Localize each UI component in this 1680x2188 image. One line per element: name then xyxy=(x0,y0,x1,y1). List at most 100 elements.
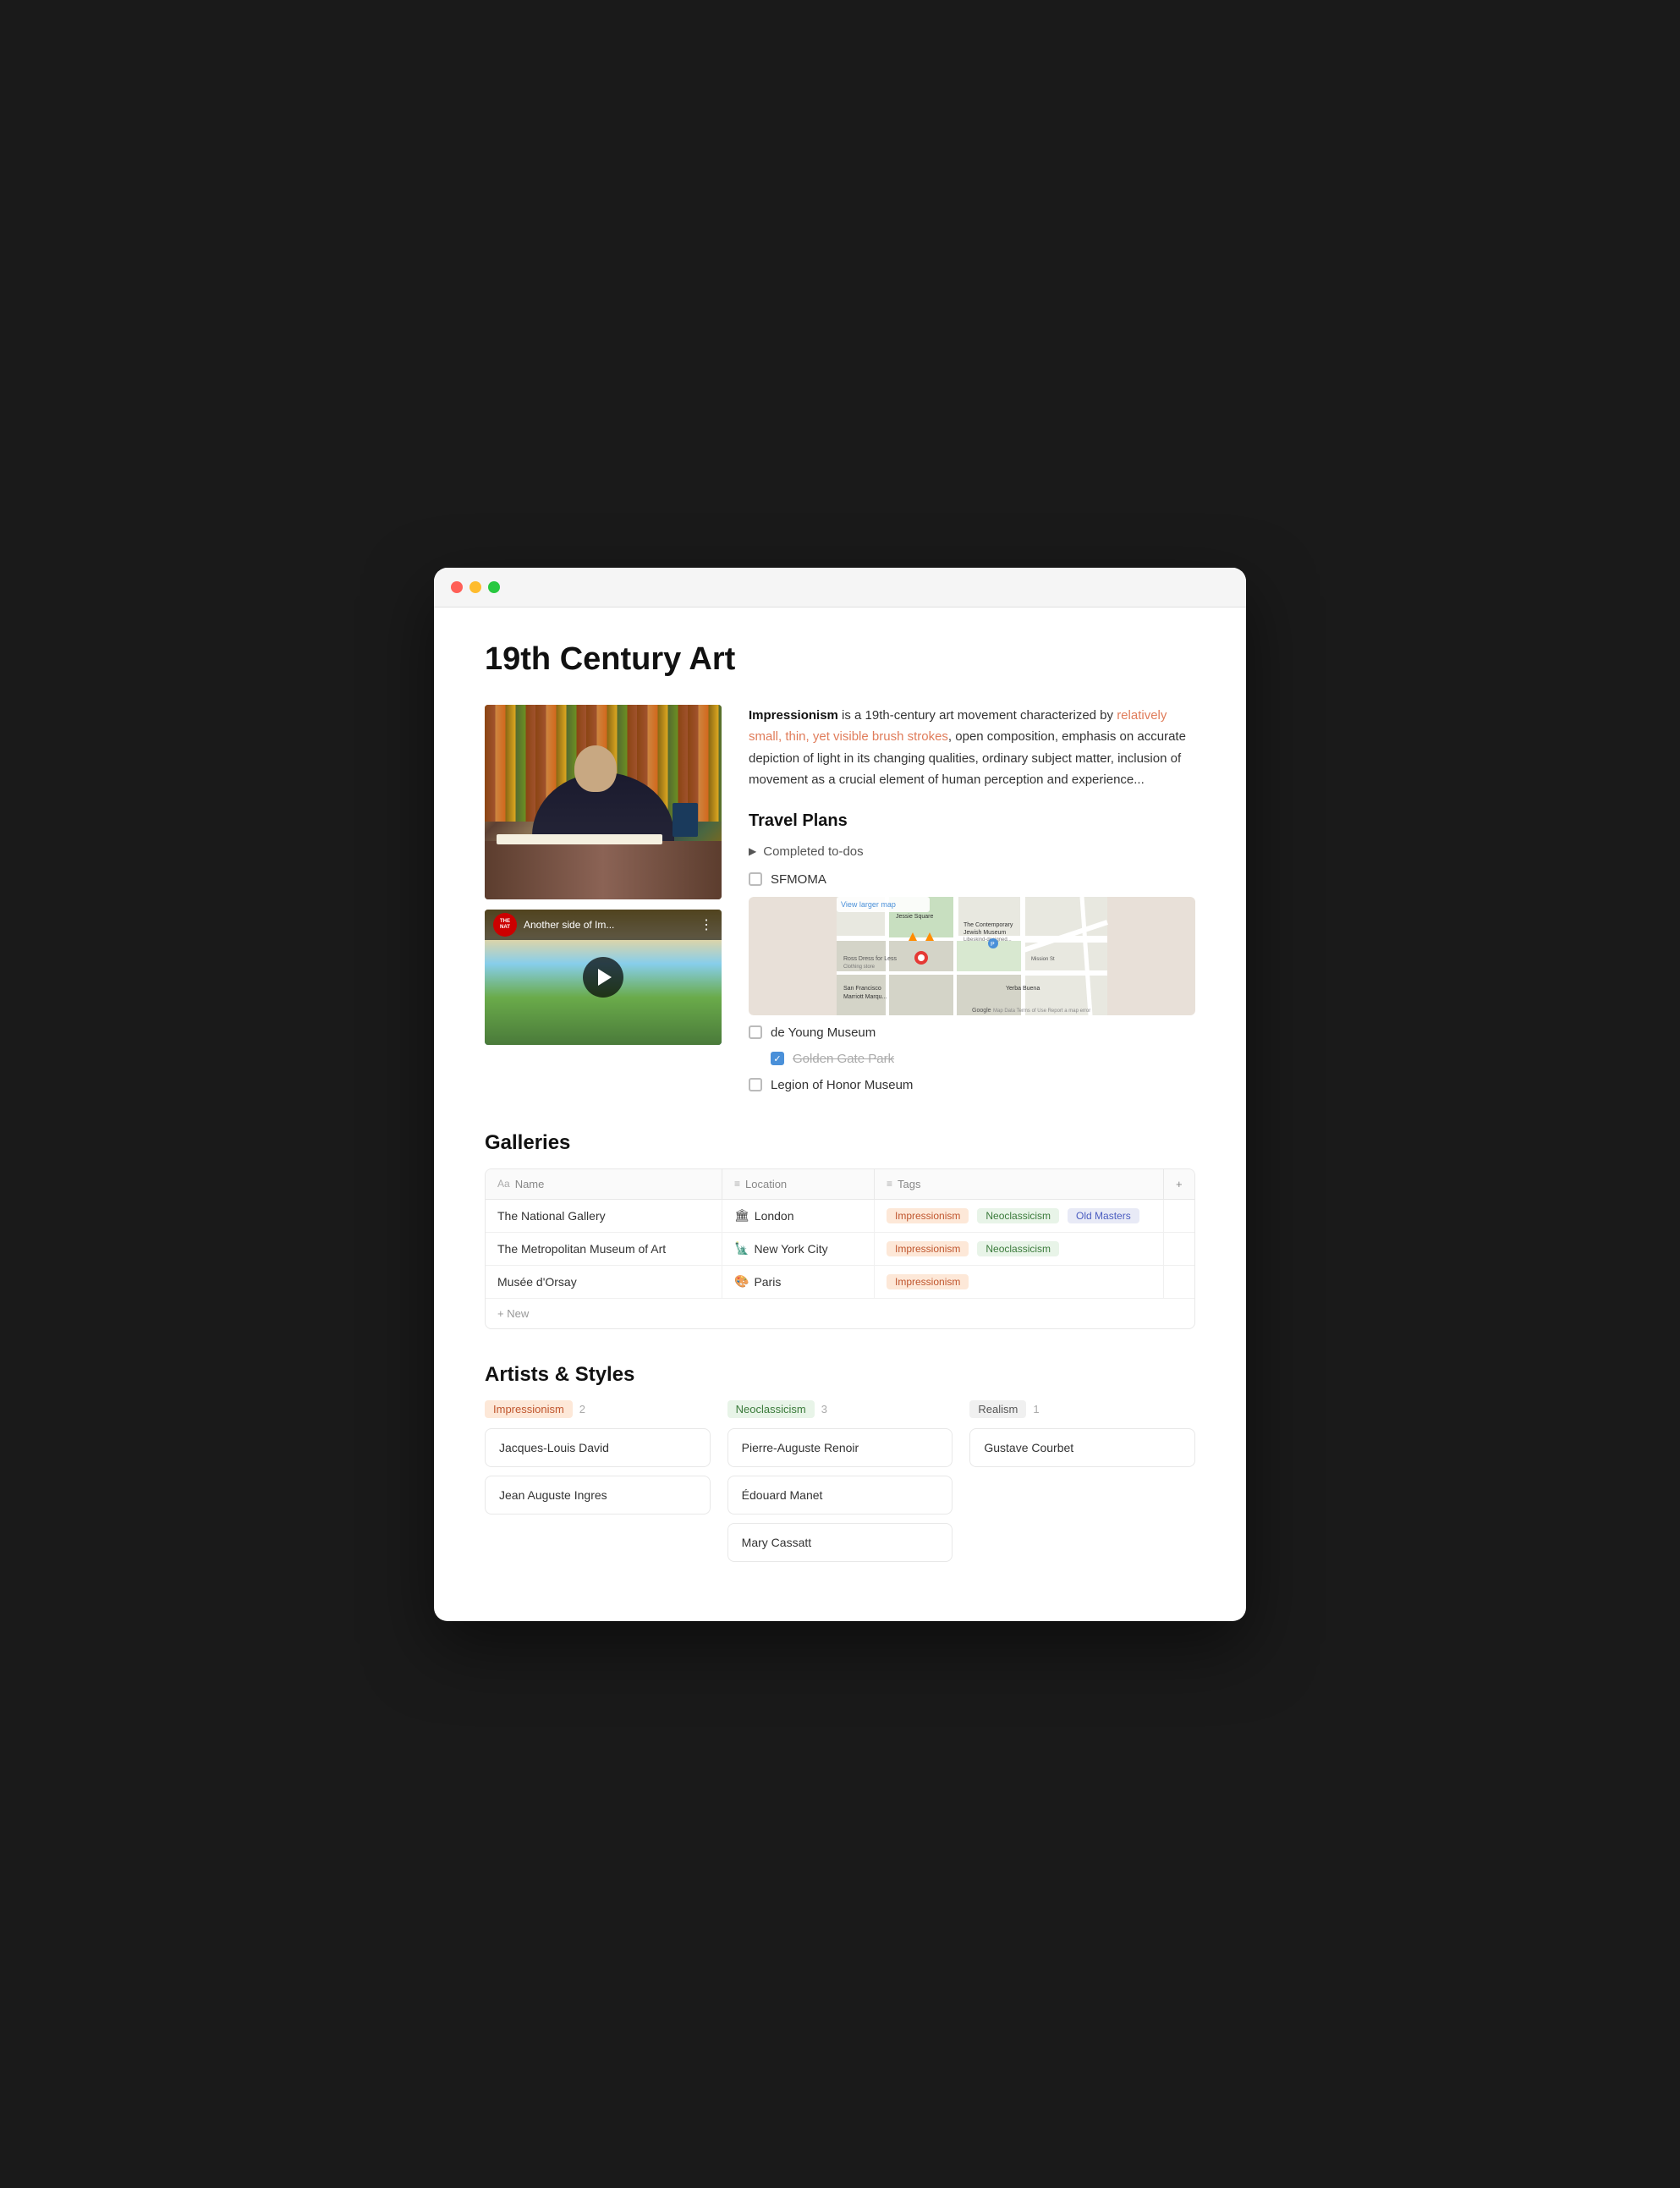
left-column: THENAT Another side of Im... ⋮ xyxy=(485,705,722,1101)
td-location-1[interactable]: 🏛 London xyxy=(722,1200,875,1232)
th-add[interactable]: + xyxy=(1164,1169,1194,1199)
todo-deyoung[interactable]: de Young Museum xyxy=(749,1022,1195,1043)
th-tags-icon: ≡ xyxy=(887,1178,892,1190)
svg-text:Jewish Museum: Jewish Museum xyxy=(964,930,1006,936)
svg-text:Jessie Square: Jessie Square xyxy=(896,914,933,920)
td-tags-1[interactable]: Impressionism Neoclassicism Old Masters xyxy=(875,1200,1164,1232)
th-name-icon: Aa xyxy=(497,1178,510,1190)
location-flag-1: 🏛 xyxy=(734,1208,749,1223)
svg-text:Mission St: Mission St xyxy=(1031,957,1055,962)
top-section: THENAT Another side of Im... ⋮ Impressio… xyxy=(485,705,1195,1101)
description-part1: is a 19th-century art movement character… xyxy=(838,708,1117,723)
td-location-3[interactable]: 🎨 Paris xyxy=(722,1266,875,1298)
map-svg: Ross Dress for Less Clothing store The C… xyxy=(749,897,1195,1015)
svg-text:The Contemporary: The Contemporary xyxy=(964,922,1013,928)
titlebar xyxy=(434,568,1246,607)
add-new-row[interactable]: + New xyxy=(486,1299,1194,1328)
figure-head xyxy=(574,745,617,792)
description-text: Impressionism is a 19th-century art move… xyxy=(749,705,1195,791)
board-card[interactable]: Jean Auguste Ingres xyxy=(485,1476,711,1515)
maximize-dot[interactable] xyxy=(488,581,500,593)
checkbox-golden-gate[interactable] xyxy=(771,1052,784,1065)
board-card[interactable]: Jacques-Louis David xyxy=(485,1428,711,1467)
td-tags-2[interactable]: Impressionism Neoclassicism xyxy=(875,1233,1164,1265)
add-column-icon[interactable]: + xyxy=(1176,1178,1183,1190)
board-tag-neoclassicism[interactable]: Neoclassicism xyxy=(727,1400,815,1418)
location-2: New York City xyxy=(754,1242,827,1256)
map-embed[interactable]: Ross Dress for Less Clothing store The C… xyxy=(749,897,1195,1015)
svg-text:Map Data Terms of Use Report: Map Data Terms of Use Report a map error xyxy=(993,1009,1090,1014)
table-row: The National Gallery 🏛 London Impression… xyxy=(486,1200,1194,1233)
galleries-heading: Galleries xyxy=(485,1131,1195,1155)
video-options-icon[interactable]: ⋮ xyxy=(700,916,713,933)
tag-neoclassicism-2[interactable]: Neoclassicism xyxy=(977,1241,1059,1256)
board-col-neoclassicism: Neoclassicism 3 Pierre-Auguste Renoir Éd… xyxy=(727,1400,953,1570)
td-name-3[interactable]: Musée d'Orsay xyxy=(486,1266,722,1298)
board-tag-impressionism[interactable]: Impressionism xyxy=(485,1400,573,1418)
todo-golden-gate[interactable]: Golden Gate Park xyxy=(749,1048,1195,1069)
checkbox-legion[interactable] xyxy=(749,1078,762,1091)
play-button[interactable] xyxy=(583,957,623,998)
gallery-name-2: The Metropolitan Museum of Art xyxy=(497,1242,666,1256)
location-flag-2: 🗽 xyxy=(734,1241,749,1256)
board-col-header-neoclassicism: Neoclassicism 3 xyxy=(727,1400,953,1418)
minimize-dot[interactable] xyxy=(469,581,481,593)
video-title: Another side of Im... xyxy=(524,919,693,931)
toggle-label: Completed to-dos xyxy=(763,844,863,859)
th-location-icon: ≡ xyxy=(734,1178,740,1190)
todo-deyoung-label: de Young Museum xyxy=(771,1025,876,1040)
app-window: 19th Century Art xyxy=(434,568,1246,1621)
location-flag-3: 🎨 xyxy=(734,1274,749,1289)
close-dot[interactable] xyxy=(451,581,463,593)
td-name-1[interactable]: The National Gallery xyxy=(486,1200,722,1232)
td-action-1 xyxy=(1164,1200,1194,1232)
board-card[interactable]: Gustave Courbet xyxy=(969,1428,1195,1467)
tag-impressionism-3[interactable]: Impressionism xyxy=(887,1274,969,1289)
tag-neoclassicism-1[interactable]: Neoclassicism xyxy=(977,1208,1059,1223)
table-header: Aa Name ≡ Location ≡ Tags + xyxy=(486,1169,1194,1200)
svg-text:Ross Dress for Less: Ross Dress for Less xyxy=(843,956,898,962)
tag-impressionism-1[interactable]: Impressionism xyxy=(887,1208,969,1223)
paper xyxy=(497,834,662,844)
th-location-label: Location xyxy=(745,1178,787,1190)
board-card[interactable]: Pierre-Auguste Renoir xyxy=(727,1428,953,1467)
table-row: The Metropolitan Museum of Art 🗽 New Yor… xyxy=(486,1233,1194,1266)
board-card[interactable]: Édouard Manet xyxy=(727,1476,953,1515)
tag-old-masters-1[interactable]: Old Masters xyxy=(1068,1208,1139,1223)
svg-text:P: P xyxy=(991,942,995,948)
gallery-name-3: Musée d'Orsay xyxy=(497,1275,577,1289)
td-name-2[interactable]: The Metropolitan Museum of Art xyxy=(486,1233,722,1265)
board-tag-realism[interactable]: Realism xyxy=(969,1400,1026,1418)
video-embed[interactable]: THENAT Another side of Im... ⋮ xyxy=(485,910,722,1045)
tag-impressionism-2[interactable]: Impressionism xyxy=(887,1241,969,1256)
toggle-list-item[interactable]: ▶ Completed to-dos xyxy=(749,841,1195,862)
todo-sfmoma-label: SFMOMA xyxy=(771,872,826,887)
impressionism-bold: Impressionism xyxy=(749,708,838,723)
play-icon xyxy=(598,969,612,986)
th-name: Aa Name xyxy=(486,1169,722,1199)
toggle-arrow-icon: ▶ xyxy=(749,845,756,857)
td-location-2[interactable]: 🗽 New York City xyxy=(722,1233,875,1265)
checkbox-deyoung[interactable] xyxy=(749,1025,762,1039)
board-col-header-realism: Realism 1 xyxy=(969,1400,1195,1418)
svg-text:Libeskind-designed...: Libeskind-designed... xyxy=(964,937,1012,943)
location-1: London xyxy=(755,1209,794,1223)
board-col-impressionism: Impressionism 2 Jacques-Louis David Jean… xyxy=(485,1400,711,1523)
location-3: Paris xyxy=(754,1275,781,1289)
board-col-realism: Realism 1 Gustave Courbet xyxy=(969,1400,1195,1476)
artists-board: Impressionism 2 Jacques-Louis David Jean… xyxy=(485,1400,1195,1570)
checkbox-sfmoma[interactable] xyxy=(749,872,762,886)
painting-image xyxy=(485,705,722,899)
artists-heading: Artists & Styles xyxy=(485,1363,1195,1387)
todo-legion-label: Legion of Honor Museum xyxy=(771,1078,913,1092)
svg-text:San Francisco: San Francisco xyxy=(843,986,881,992)
th-name-label: Name xyxy=(515,1178,545,1190)
td-tags-3[interactable]: Impressionism xyxy=(875,1266,1164,1298)
todo-sfmoma[interactable]: SFMOMA xyxy=(749,869,1195,890)
page-title: 19th Century Art xyxy=(485,641,1195,678)
galleries-table: Aa Name ≡ Location ≡ Tags + The Nati xyxy=(485,1168,1195,1329)
board-card[interactable]: Mary Cassatt xyxy=(727,1523,953,1562)
todo-golden-gate-label: Golden Gate Park xyxy=(793,1052,894,1066)
todo-legion[interactable]: Legion of Honor Museum xyxy=(749,1075,1195,1096)
page-content: 19th Century Art xyxy=(434,607,1246,1621)
